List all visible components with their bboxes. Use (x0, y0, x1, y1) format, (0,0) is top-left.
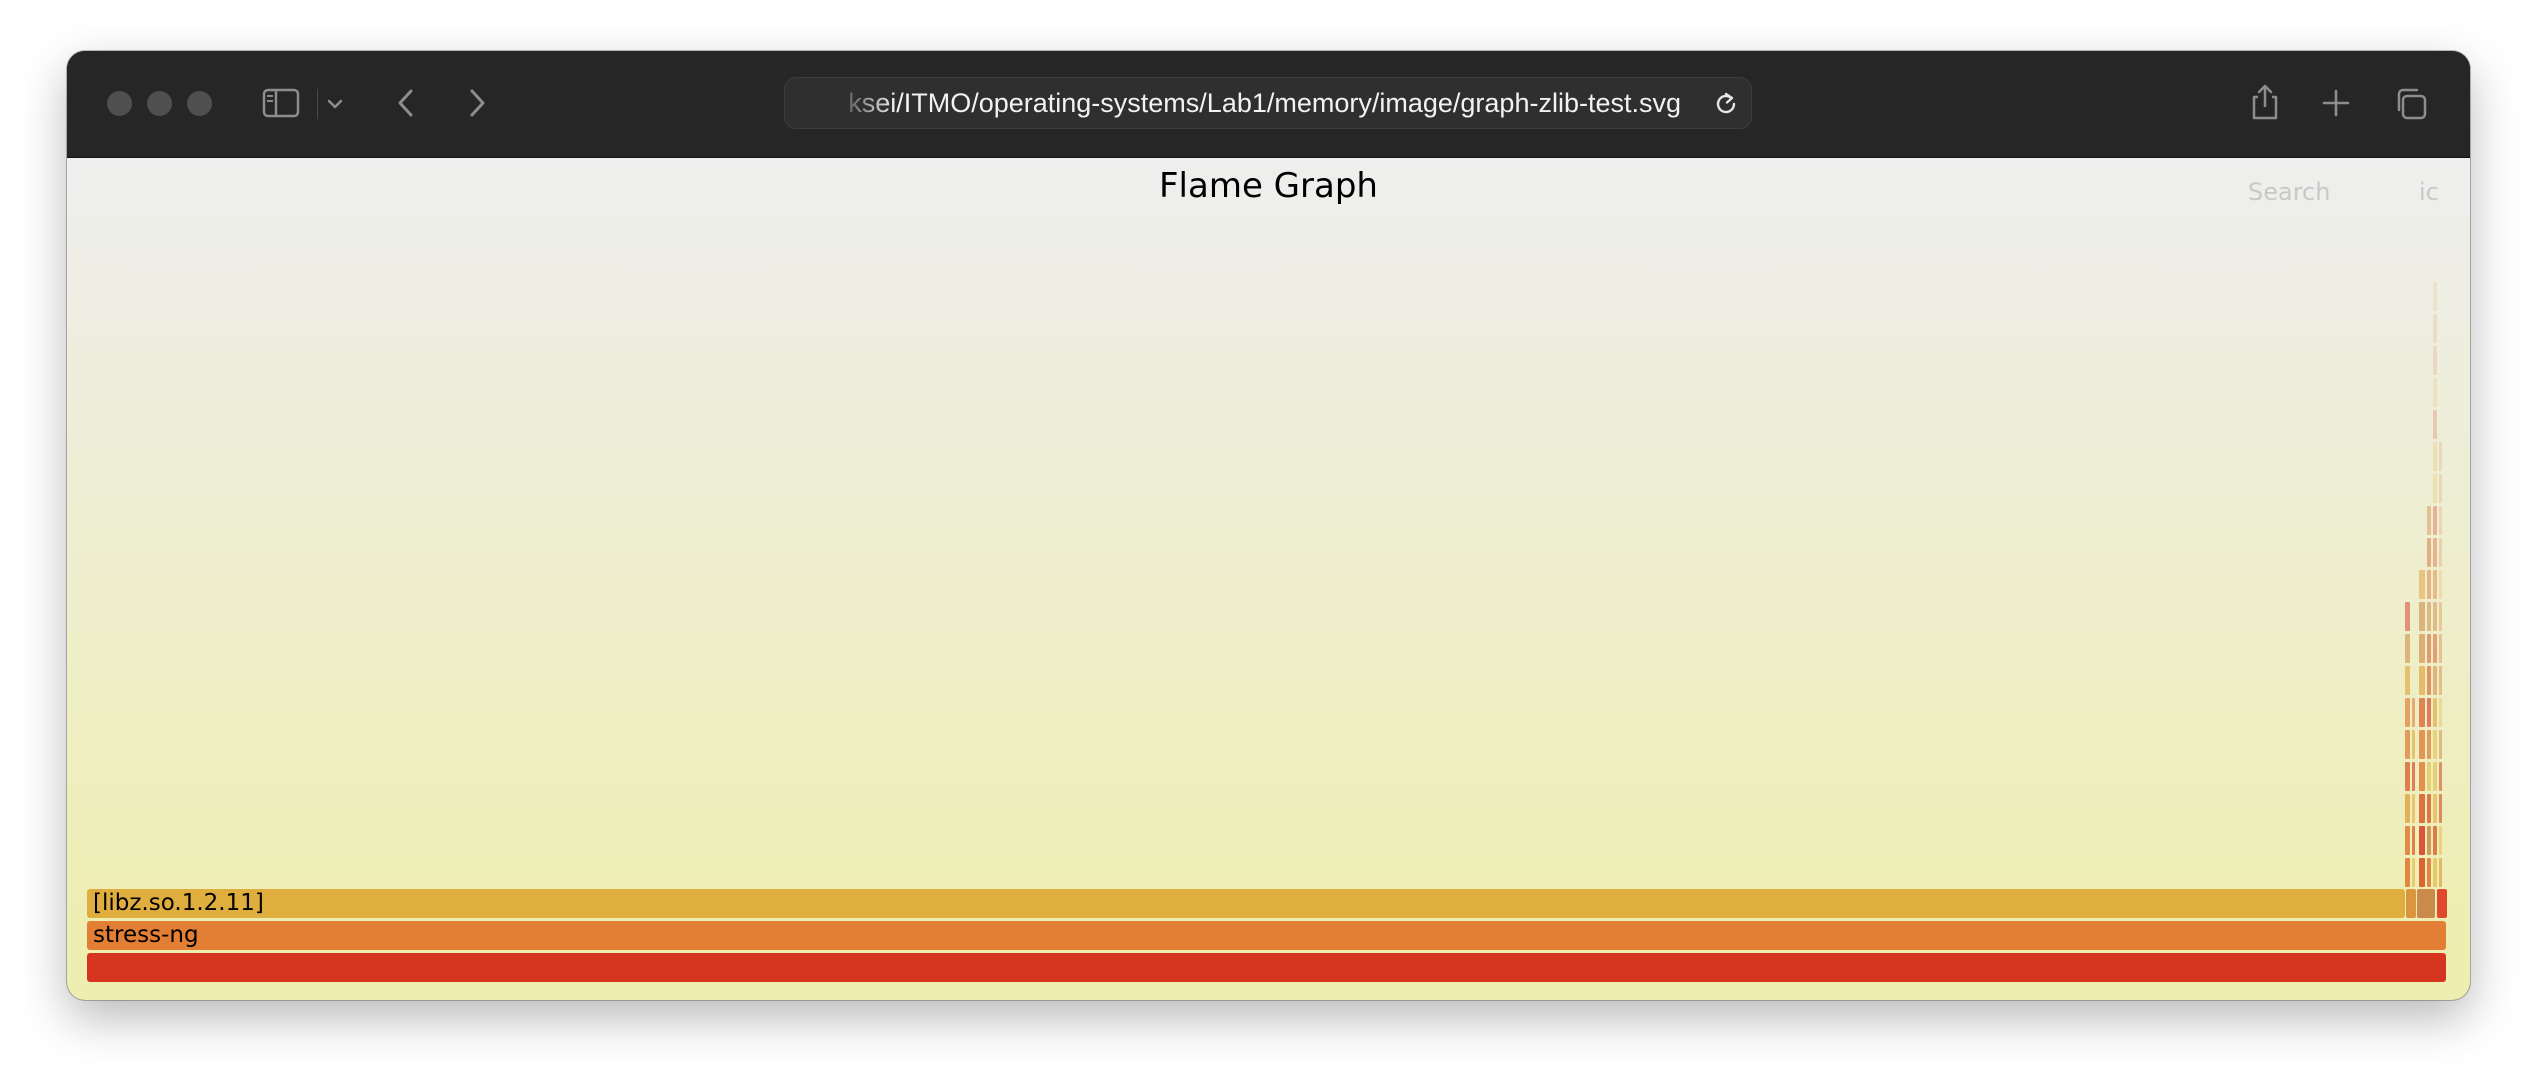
narrow-frame[interactable] (2439, 794, 2442, 823)
narrow-frame[interactable] (2427, 570, 2431, 599)
browser-window: ksei/ITMO/operating-systems/Lab1/memory/… (67, 51, 2470, 1000)
narrow-frame[interactable] (2419, 762, 2425, 791)
narrow-frame[interactable] (2419, 602, 2425, 631)
narrow-frame[interactable] (2439, 442, 2442, 471)
narrow-frame[interactable] (2433, 474, 2437, 503)
narrow-frame[interactable] (2433, 634, 2437, 663)
narrow-frame[interactable] (2439, 602, 2442, 631)
narrow-frame[interactable] (2412, 794, 2415, 823)
chevron-down-icon[interactable] (322, 91, 348, 117)
narrow-frame[interactable] (2439, 858, 2442, 887)
narrow-frame[interactable] (2427, 698, 2431, 727)
forward-icon[interactable] (462, 85, 492, 121)
narrow-frame[interactable] (2433, 410, 2437, 439)
narrow-frame-stacks (2405, 282, 2447, 918)
minimize-window-button[interactable] (147, 91, 172, 116)
narrow-frame[interactable] (2439, 506, 2442, 535)
narrow-frame[interactable] (2437, 889, 2447, 918)
narrow-frame[interactable] (2427, 666, 2431, 695)
narrow-frame[interactable] (2419, 570, 2425, 599)
narrow-frame[interactable] (2427, 602, 2431, 631)
narrow-frame[interactable] (2433, 570, 2437, 599)
narrow-frame[interactable] (2433, 282, 2437, 311)
narrow-frame[interactable] (2439, 762, 2442, 791)
narrow-frame[interactable] (2427, 506, 2431, 535)
share-icon[interactable] (2247, 81, 2283, 123)
narrow-frame[interactable] (2433, 602, 2437, 631)
narrow-frame[interactable] (2433, 666, 2437, 695)
address-bar[interactable]: ksei/ITMO/operating-systems/Lab1/memory/… (784, 77, 1752, 129)
narrow-frame[interactable] (2433, 378, 2437, 407)
narrow-frame[interactable] (2427, 634, 2431, 663)
tabs-icon[interactable] (2392, 85, 2430, 123)
narrow-frame[interactable] (2427, 826, 2431, 855)
narrow-frame[interactable] (2433, 826, 2437, 855)
narrow-frame[interactable] (2439, 666, 2442, 695)
narrow-frame[interactable] (2405, 762, 2410, 791)
narrow-frame[interactable] (2433, 314, 2437, 343)
narrow-frame[interactable] (2405, 698, 2410, 727)
narrow-frame[interactable] (2427, 538, 2431, 567)
close-window-button[interactable] (107, 91, 132, 116)
narrow-frame[interactable] (2412, 730, 2415, 759)
back-icon[interactable] (391, 85, 421, 121)
plus-icon[interactable] (2320, 87, 2352, 119)
narrow-frame[interactable] (2412, 858, 2415, 887)
narrow-frame[interactable] (2419, 794, 2425, 823)
narrow-frame[interactable] (2412, 762, 2415, 791)
narrow-frame[interactable] (2419, 634, 2425, 663)
narrow-frame[interactable] (2406, 889, 2416, 918)
narrow-frame[interactable] (2412, 826, 2415, 855)
narrow-frame[interactable] (2433, 762, 2437, 791)
narrow-frame[interactable] (2433, 794, 2437, 823)
narrow-frame[interactable] (2419, 666, 2425, 695)
narrow-frame[interactable] (2433, 730, 2437, 759)
narrow-frame[interactable] (2439, 538, 2442, 567)
flamegraph-canvas: Flame Graph Search ic [libz.so.1.2.11] s… (67, 158, 2470, 1000)
narrow-frame[interactable] (2433, 698, 2437, 727)
narrow-frame[interactable] (2427, 794, 2431, 823)
narrow-frame[interactable] (2405, 634, 2410, 663)
narrow-frame[interactable] (2419, 698, 2425, 727)
narrow-frame[interactable] (2405, 794, 2410, 823)
narrow-frame[interactable] (2439, 698, 2442, 727)
narrow-frame[interactable] (2405, 730, 2410, 759)
narrow-frame[interactable] (2439, 570, 2442, 599)
narrow-frame[interactable] (2439, 474, 2442, 503)
narrow-frame[interactable] (2433, 346, 2437, 375)
narrow-frame[interactable] (2419, 826, 2425, 855)
narrow-frame[interactable] (2427, 858, 2431, 887)
narrow-frame[interactable] (2439, 634, 2442, 663)
narrow-frame[interactable] (2427, 730, 2431, 759)
narrow-frame[interactable] (2419, 730, 2425, 759)
narrow-frame[interactable] (2419, 858, 2425, 887)
reload-icon[interactable] (1711, 89, 1741, 119)
narrow-frame[interactable] (2433, 858, 2437, 887)
url-fade (825, 82, 895, 124)
sidebar-icon[interactable] (260, 85, 302, 121)
narrow-frame[interactable] (2405, 666, 2410, 695)
narrow-frame[interactable] (2433, 442, 2437, 471)
narrow-frame[interactable] (2405, 602, 2410, 631)
narrow-frame[interactable] (2412, 698, 2415, 727)
zoom-window-button[interactable] (187, 91, 212, 116)
narrow-frame[interactable] (2439, 826, 2442, 855)
narrow-frame[interactable] (2405, 858, 2410, 887)
narrow-frame[interactable] (2405, 826, 2410, 855)
toolbar-divider (317, 89, 318, 119)
narrow-frame[interactable] (2417, 889, 2435, 918)
narrow-frame[interactable] (2439, 730, 2442, 759)
url-text: ksei/ITMO/operating-systems/Lab1/memory/… (848, 88, 1681, 118)
narrow-frame[interactable] (2427, 762, 2431, 791)
narrow-frame[interactable] (2433, 538, 2437, 567)
narrow-frame[interactable] (2433, 506, 2437, 535)
browser-toolbar: ksei/ITMO/operating-systems/Lab1/memory/… (67, 51, 2470, 158)
